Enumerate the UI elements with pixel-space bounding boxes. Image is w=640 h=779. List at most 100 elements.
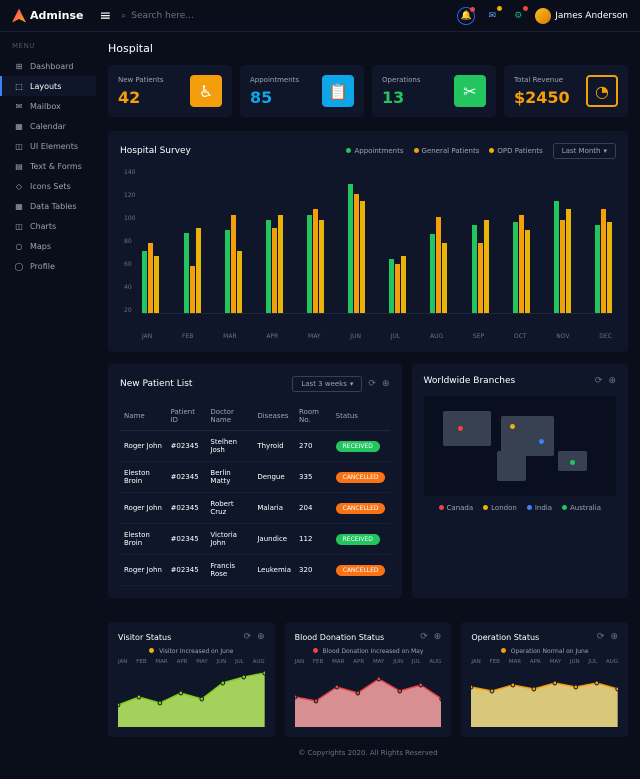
menu-icon: ◫ bbox=[14, 221, 24, 231]
bar bbox=[560, 220, 565, 313]
menu-icon: ◫ bbox=[14, 141, 24, 151]
more-icon[interactable]: ⊕ bbox=[608, 376, 616, 386]
branches-panel: Worldwide Branches ⟳⊕ CanadaLondonIndiaA… bbox=[412, 364, 629, 598]
status-badge: CANCELLED bbox=[336, 472, 386, 483]
stat-cards: New Patients42♿Appointments85📋Operations… bbox=[108, 65, 628, 117]
more-icon[interactable]: ⊕ bbox=[610, 632, 618, 642]
notifications-icon[interactable]: 🔔 bbox=[457, 7, 475, 25]
sidebar-item-data-tables[interactable]: ▦Data Tables bbox=[0, 196, 96, 216]
table-row[interactable]: Roger John#02345Francis RoseLeukemia320C… bbox=[120, 555, 390, 586]
stat-card[interactable]: Operations13✂ bbox=[372, 65, 496, 117]
sidebar-item-charts[interactable]: ◫Charts bbox=[0, 216, 96, 236]
stat-card[interactable]: Appointments85📋 bbox=[240, 65, 364, 117]
bar bbox=[272, 228, 277, 313]
bar bbox=[231, 215, 236, 313]
menu-icon: ⬚ bbox=[14, 81, 24, 91]
bar bbox=[148, 243, 153, 313]
bar bbox=[513, 222, 518, 313]
bar bbox=[554, 201, 559, 313]
logo[interactable]: Adminse bbox=[12, 9, 83, 23]
card-icon: ✂ bbox=[454, 75, 486, 107]
sidebar-item-calendar[interactable]: ▦Calendar bbox=[0, 116, 96, 136]
sidebar-item-ui-elements[interactable]: ◫UI Elements bbox=[0, 136, 96, 156]
bar bbox=[389, 259, 394, 313]
sidebar-item-icons-sets[interactable]: ◇Icons Sets bbox=[0, 176, 96, 196]
avatar bbox=[535, 8, 551, 24]
bar bbox=[190, 266, 195, 313]
table-row[interactable]: Roger John#02345Stelhen JoshThyroid270RE… bbox=[120, 431, 390, 462]
card-icon: ◔ bbox=[586, 75, 618, 107]
bar bbox=[430, 234, 435, 313]
status-badge: RECEIVED bbox=[336, 534, 380, 545]
card-icon: ♿ bbox=[190, 75, 222, 107]
refresh-icon[interactable]: ⟳ bbox=[368, 379, 376, 389]
more-icon[interactable]: ⊕ bbox=[382, 379, 390, 389]
sidebar-item-dashboard[interactable]: ⊞Dashboard bbox=[0, 56, 96, 76]
menu-icon: ✉ bbox=[14, 101, 24, 111]
bar bbox=[472, 225, 477, 313]
table-row[interactable]: Roger John#02345Robert CruzMalaria204CAN… bbox=[120, 493, 390, 524]
area-chart bbox=[471, 667, 618, 727]
refresh-icon[interactable]: ⟳ bbox=[597, 632, 605, 642]
bar bbox=[354, 194, 359, 313]
search-icon: ⌕ bbox=[121, 11, 126, 21]
table-row[interactable]: Eleston Broin#02345Victoria JohnJaundice… bbox=[120, 524, 390, 555]
survey-title: Hospital Survey bbox=[120, 146, 191, 156]
patient-list-panel: New Patient List Last 3 weeks▾ ⟳⊕ NamePa… bbox=[108, 364, 402, 598]
more-icon[interactable]: ⊕ bbox=[434, 632, 442, 642]
bar bbox=[184, 233, 189, 313]
bar bbox=[307, 215, 312, 313]
mini-chart-panel: Blood Donation Status⟳⊕ Blood Donation I… bbox=[285, 622, 452, 737]
world-map[interactable] bbox=[424, 396, 617, 496]
refresh-icon[interactable]: ⟳ bbox=[244, 632, 252, 642]
bar bbox=[484, 220, 489, 313]
bar bbox=[348, 184, 353, 313]
area-chart bbox=[295, 667, 442, 727]
survey-dropdown[interactable]: Last Month▾ bbox=[553, 143, 616, 159]
status-badge: CANCELLED bbox=[336, 503, 386, 514]
bar bbox=[154, 256, 159, 313]
sidebar-item-maps[interactable]: ○Maps bbox=[0, 236, 96, 256]
refresh-icon[interactable]: ⟳ bbox=[595, 376, 603, 386]
bar bbox=[266, 220, 271, 313]
hamburger-icon[interactable]: ≡ bbox=[99, 8, 111, 24]
sidebar: MENU ⊞Dashboard⬚Layouts✉Mailbox▦Calendar… bbox=[0, 32, 96, 779]
content: Hospital New Patients42♿Appointments85📋O… bbox=[96, 32, 640, 779]
status-badge: CANCELLED bbox=[336, 565, 386, 576]
mini-chart-panel: Visitor Status⟳⊕ Visitor Increased on Ju… bbox=[108, 622, 275, 737]
bar bbox=[525, 230, 530, 313]
table-row[interactable]: Eleston Broin#02345Berlin MattyDengue335… bbox=[120, 462, 390, 493]
user-menu[interactable]: James Anderson bbox=[535, 8, 628, 24]
patient-dropdown[interactable]: Last 3 weeks▾ bbox=[292, 376, 362, 392]
search-box[interactable]: ⌕ Search here... bbox=[121, 11, 194, 21]
map-legend: CanadaLondonIndiaAustralia bbox=[424, 504, 617, 512]
user-name: James Anderson bbox=[555, 11, 628, 21]
menu-icon: ◇ bbox=[14, 181, 24, 191]
menu-icon: ◯ bbox=[14, 261, 24, 271]
bar bbox=[601, 209, 606, 313]
sidebar-item-profile[interactable]: ◯Profile bbox=[0, 256, 96, 276]
bar bbox=[442, 243, 447, 313]
bar bbox=[360, 201, 365, 313]
footer: © Copyrights 2020. All Rights Reserved bbox=[108, 737, 628, 769]
bar bbox=[566, 209, 571, 313]
sidebar-item-mailbox[interactable]: ✉Mailbox bbox=[0, 96, 96, 116]
menu-icon: ▦ bbox=[14, 121, 24, 131]
menu-icon: ○ bbox=[14, 241, 24, 251]
settings-icon[interactable]: ⚙ bbox=[509, 7, 527, 25]
stat-card[interactable]: Total Revenue$2450◔ bbox=[504, 65, 628, 117]
bar bbox=[278, 215, 283, 313]
menu-icon: ▤ bbox=[14, 161, 24, 171]
patient-table: NamePatient IDDoctor NameDiseasesRoom No… bbox=[120, 402, 390, 586]
stat-card[interactable]: New Patients42♿ bbox=[108, 65, 232, 117]
menu-icon: ▦ bbox=[14, 201, 24, 211]
bar bbox=[401, 256, 406, 313]
bar bbox=[607, 222, 612, 313]
more-icon[interactable]: ⊕ bbox=[257, 632, 265, 642]
sidebar-item-text-&-forms[interactable]: ▤Text & Forms bbox=[0, 156, 96, 176]
messages-icon[interactable]: ✉ bbox=[483, 7, 501, 25]
survey-panel: Hospital Survey Appointments General Pat… bbox=[108, 131, 628, 352]
refresh-icon[interactable]: ⟳ bbox=[420, 632, 428, 642]
mini-chart-panel: Operation Status⟳⊕ Operation Normal on J… bbox=[461, 622, 628, 737]
sidebar-item-layouts[interactable]: ⬚Layouts bbox=[0, 76, 96, 96]
